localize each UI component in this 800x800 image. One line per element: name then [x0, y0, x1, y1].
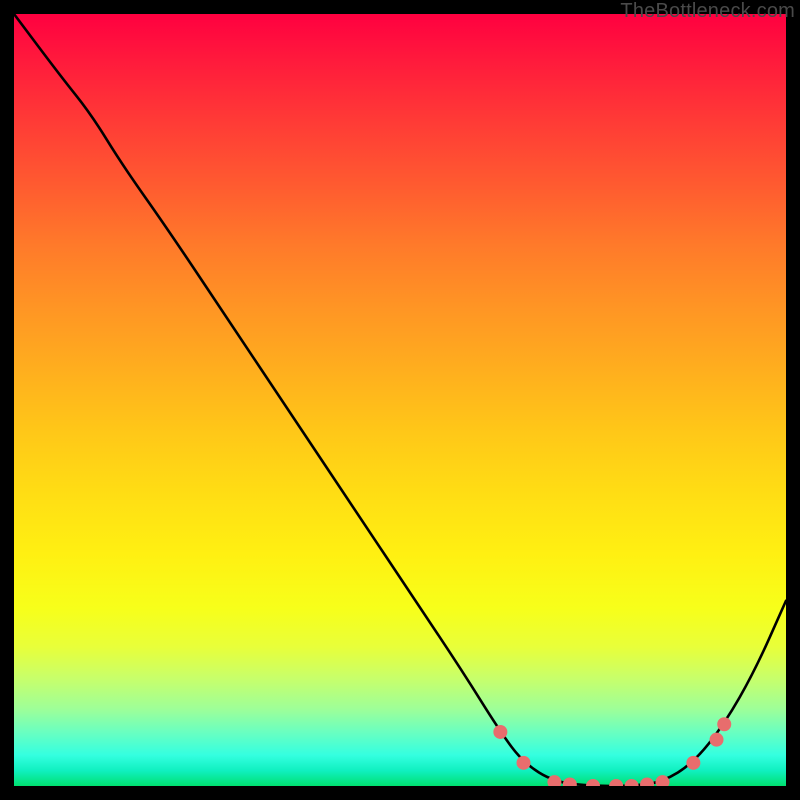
- curve-marker: [517, 756, 531, 770]
- curve-marker: [717, 717, 731, 731]
- marker-group: [493, 717, 731, 786]
- curve-marker: [586, 779, 600, 786]
- curve-marker: [640, 777, 654, 786]
- chart-container: [14, 14, 786, 786]
- bottleneck-curve: [14, 14, 786, 786]
- attribution-label: TheBottleneck.com: [620, 0, 795, 23]
- curve-marker: [625, 779, 639, 786]
- plot-area: [14, 14, 786, 786]
- curve-marker: [710, 733, 724, 747]
- curve-marker: [609, 779, 623, 786]
- curve-marker: [563, 777, 577, 786]
- curve-layer: [14, 14, 786, 786]
- curve-marker: [686, 756, 700, 770]
- curve-marker: [493, 725, 507, 739]
